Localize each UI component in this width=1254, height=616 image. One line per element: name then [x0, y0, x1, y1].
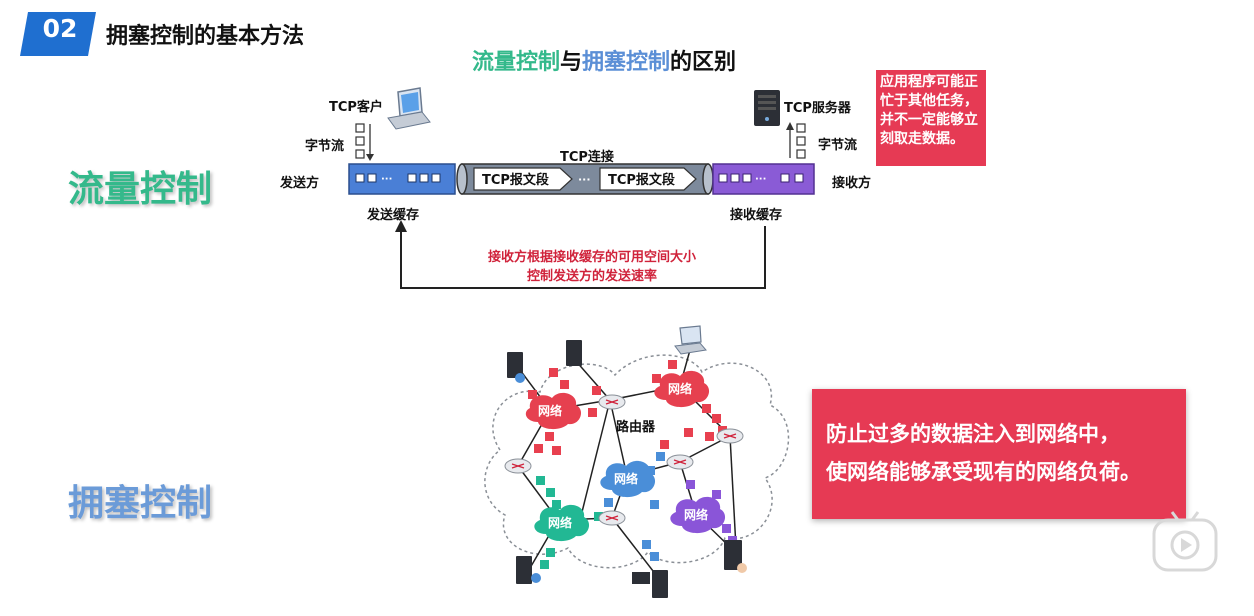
congestion-note-line2: 使网络能够承受现有的网络负荷。: [826, 460, 1141, 484]
laptop-icon-net: [674, 325, 707, 355]
server-icon-b: [566, 340, 582, 366]
network-label-5: 网络: [684, 507, 708, 522]
network-label-4: 网络: [548, 515, 572, 530]
server-icon-a: [507, 352, 525, 383]
congestion-note-line1: 防止过多的数据注入到网络中，: [826, 422, 1120, 446]
server-icon-d: [724, 540, 747, 573]
desktop-icon: [632, 570, 668, 598]
network-label-1: 网络: [538, 403, 562, 418]
video-play-watermark-icon[interactable]: [1150, 510, 1222, 574]
router-label: 路由器: [616, 420, 656, 435]
server-icon-c: [516, 556, 541, 584]
network-diagram: 网络 网络 网络 网络 网络: [484, 325, 790, 598]
network-label-3: 网络: [614, 471, 638, 486]
congestion-note: 防止过多的数据注入到网络中， 使网络能够承受现有的网络负荷。: [812, 389, 1186, 519]
network-label-2: 网络: [668, 381, 692, 396]
